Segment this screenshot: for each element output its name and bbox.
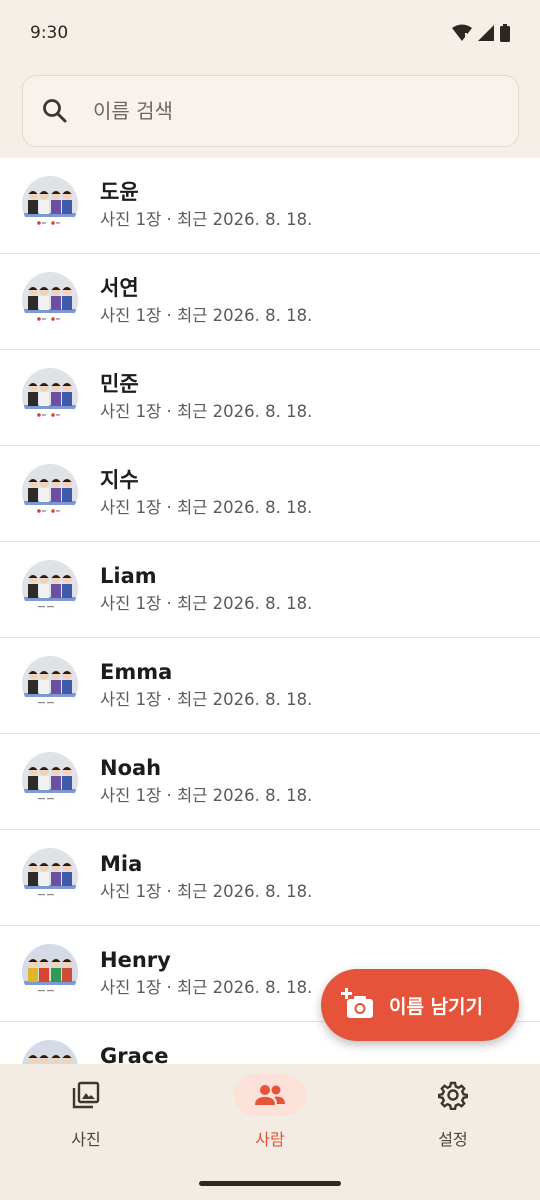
avatar	[22, 848, 78, 904]
avatar	[22, 368, 78, 424]
person-meta: 사진 1장 · 최근 2026. 8. 18.	[100, 690, 313, 709]
person-row[interactable]: Noah 사진 1장 · 최근 2026. 8. 18.	[0, 734, 540, 830]
person-row[interactable]: 도윤 사진 1장 · 최근 2026. 8. 18.	[0, 158, 540, 254]
avatar	[22, 656, 78, 712]
fab-label: 이름 남기기	[389, 995, 484, 1018]
person-name: 지수	[100, 468, 139, 492]
person-row[interactable]: Emma 사진 1장 · 최근 2026. 8. 18.	[0, 638, 540, 734]
status-time: 9:30	[30, 23, 69, 43]
person-meta: 사진 1장 · 최근 2026. 8. 18.	[100, 978, 313, 997]
person-name: Henry	[100, 948, 171, 972]
avatar	[22, 752, 78, 808]
nav-item-settings[interactable]: 설정	[383, 1074, 523, 1164]
nav-label: 사진	[71, 1130, 101, 1149]
avatar	[22, 560, 78, 616]
avatar	[22, 272, 78, 328]
add-photo-icon	[341, 988, 375, 1022]
avatar	[22, 176, 78, 232]
photo-library-icon	[50, 1074, 122, 1116]
person-row[interactable]: Mia 사진 1장 · 최근 2026. 8. 18.	[0, 830, 540, 926]
app-screen: 9:30 이름 검색 도윤 사진 1장 · 최근 2026. 8. 18. 서연…	[0, 0, 540, 1200]
search-icon	[41, 97, 69, 125]
battery-icon	[500, 24, 510, 42]
add-name-fab[interactable]: 이름 남기기	[321, 969, 519, 1041]
avatar	[22, 1040, 78, 1064]
person-meta: 사진 1장 · 최근 2026. 8. 18.	[100, 786, 313, 805]
person-meta: 사진 1장 · 최근 2026. 8. 18.	[100, 210, 313, 229]
search-input[interactable]	[91, 98, 475, 124]
wifi-icon	[452, 24, 472, 42]
person-meta: 사진 1장 · 최근 2026. 8. 18.	[100, 882, 313, 901]
person-name: Mia	[100, 852, 143, 876]
cellular-signal-icon	[478, 25, 494, 41]
person-row[interactable]: 서연 사진 1장 · 최근 2026. 8. 18.	[0, 254, 540, 350]
person-row[interactable]: Liam 사진 1장 · 최근 2026. 8. 18.	[0, 542, 540, 638]
person-meta: 사진 1장 · 최근 2026. 8. 18.	[100, 594, 313, 613]
status-icons	[452, 24, 510, 42]
person-name: 도윤	[100, 180, 139, 204]
person-row[interactable]: 민준 사진 1장 · 최근 2026. 8. 18.	[0, 350, 540, 446]
people-list: 도윤 사진 1장 · 최근 2026. 8. 18. 서연 사진 1장 · 최근…	[0, 158, 540, 1064]
person-name: 민준	[100, 372, 139, 396]
search-bar[interactable]	[22, 75, 519, 147]
settings-icon	[417, 1074, 489, 1116]
nav-label: 설정	[438, 1130, 468, 1149]
nav-item-photos[interactable]: 사진	[16, 1074, 156, 1164]
avatar	[22, 944, 78, 1000]
bottom-navigation: 사진 사람 설정	[0, 1064, 540, 1200]
person-meta: 사진 1장 · 최근 2026. 8. 18.	[100, 402, 313, 421]
person-meta: 사진 1장 · 최근 2026. 8. 18.	[100, 498, 313, 517]
person-row[interactable]: 지수 사진 1장 · 최근 2026. 8. 18.	[0, 446, 540, 542]
home-indicator[interactable]	[199, 1181, 341, 1186]
person-name: Grace	[100, 1044, 169, 1064]
person-name: 서연	[100, 276, 139, 300]
avatar	[22, 464, 78, 520]
people-icon	[234, 1074, 306, 1116]
nav-item-people[interactable]: 사람	[200, 1074, 340, 1164]
person-name: Emma	[100, 660, 173, 684]
status-bar: 9:30	[0, 0, 540, 66]
person-name: Noah	[100, 756, 162, 780]
person-name: Liam	[100, 564, 157, 588]
person-meta: 사진 1장 · 최근 2026. 8. 18.	[100, 306, 313, 325]
nav-label: 사람	[255, 1130, 285, 1149]
